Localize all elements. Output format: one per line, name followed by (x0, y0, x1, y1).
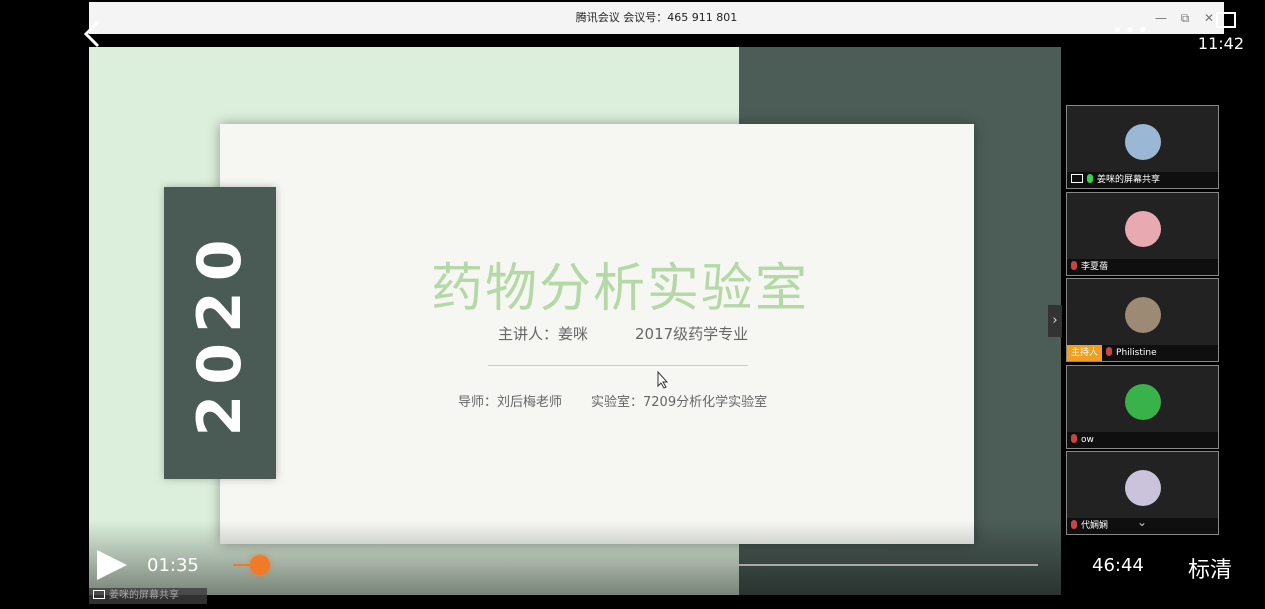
participant-tile[interactable]: 李夏蓓 (1066, 192, 1219, 276)
participant-name: 代娴娴 (1081, 521, 1109, 531)
participant-name-bar: ow (1067, 432, 1218, 448)
year-label: 2020 (185, 229, 255, 437)
avatar (1125, 384, 1161, 420)
participant-name: 李夏蓓 (1081, 262, 1109, 272)
participant-tile[interactable]: 主持人 Philistine (1066, 278, 1219, 362)
chevron-down-icon[interactable]: ⌄ (1137, 514, 1147, 530)
more-options-icon[interactable]: ••• (1112, 22, 1150, 40)
slide-divider (488, 365, 748, 366)
mouse-cursor-icon (657, 371, 669, 389)
back-button[interactable] (80, 18, 104, 50)
seek-bar[interactable] (233, 564, 1038, 566)
meeting-title: 腾讯会议 会议号：465 911 801 (575, 11, 738, 24)
presenter-label: 主讲人：姜咪 (498, 325, 589, 343)
total-time: 46:44 (1092, 555, 1144, 576)
fullscreen-icon[interactable] (1216, 12, 1236, 28)
advisor-label: 导师：刘后梅老师 (458, 395, 563, 410)
participant-tile[interactable]: 代娴娴 ⌄ (1066, 451, 1219, 535)
avatar (1125, 124, 1161, 160)
chevron-left-icon (83, 20, 100, 48)
participant-name-bar: 李夏蓓 (1067, 259, 1218, 275)
microphone-icon (1071, 520, 1077, 529)
microphone-icon (1071, 261, 1077, 270)
lab-label: 实验室：7209分析化学实验室 (591, 395, 768, 410)
host-badge: 主持人 (1067, 345, 1103, 361)
screen-share-icon (93, 590, 105, 599)
participant-name: Philistine (1116, 348, 1157, 358)
participant-tile[interactable]: ow (1066, 365, 1219, 449)
window-titlebar: 腾讯会议 会议号：465 911 801 — ⧉ ✕ (89, 2, 1224, 34)
play-icon[interactable] (97, 550, 127, 580)
participant-name: 姜咪的屏幕共享 (1097, 175, 1161, 185)
status-clock: 11:42 (1197, 34, 1244, 53)
microphone-icon (1106, 347, 1113, 356)
control-shade (89, 520, 1061, 595)
participant-name-bar: 姜咪的屏幕共享 (1067, 172, 1218, 188)
screen-share-footer: 姜咪的屏幕共享 (89, 588, 207, 604)
minimize-button[interactable]: — (1151, 2, 1171, 34)
microphone-icon (1071, 434, 1077, 443)
panel-toggle-button[interactable]: › (1048, 305, 1062, 337)
participant-name-bar: 代娴娴 ⌄ (1067, 515, 1218, 534)
participant-name-bar: 主持人 Philistine (1067, 345, 1218, 361)
screen-share-icon (1071, 174, 1083, 183)
avatar (1125, 211, 1161, 247)
slide-title: 药物分析实验室 (430, 259, 809, 319)
quality-button[interactable]: 标清 (1188, 552, 1232, 584)
avatar (1125, 470, 1161, 506)
grade-label: 2017级药学专业 (635, 325, 749, 343)
current-time: 01:35 (147, 555, 199, 576)
participant-tile[interactable]: 姜咪的屏幕共享 (1066, 105, 1219, 189)
restore-button[interactable]: ⧉ (1175, 2, 1195, 34)
avatar (1125, 297, 1161, 333)
slide-card (220, 124, 974, 544)
microphone-icon (1087, 174, 1093, 183)
participant-name: ow (1081, 435, 1094, 445)
